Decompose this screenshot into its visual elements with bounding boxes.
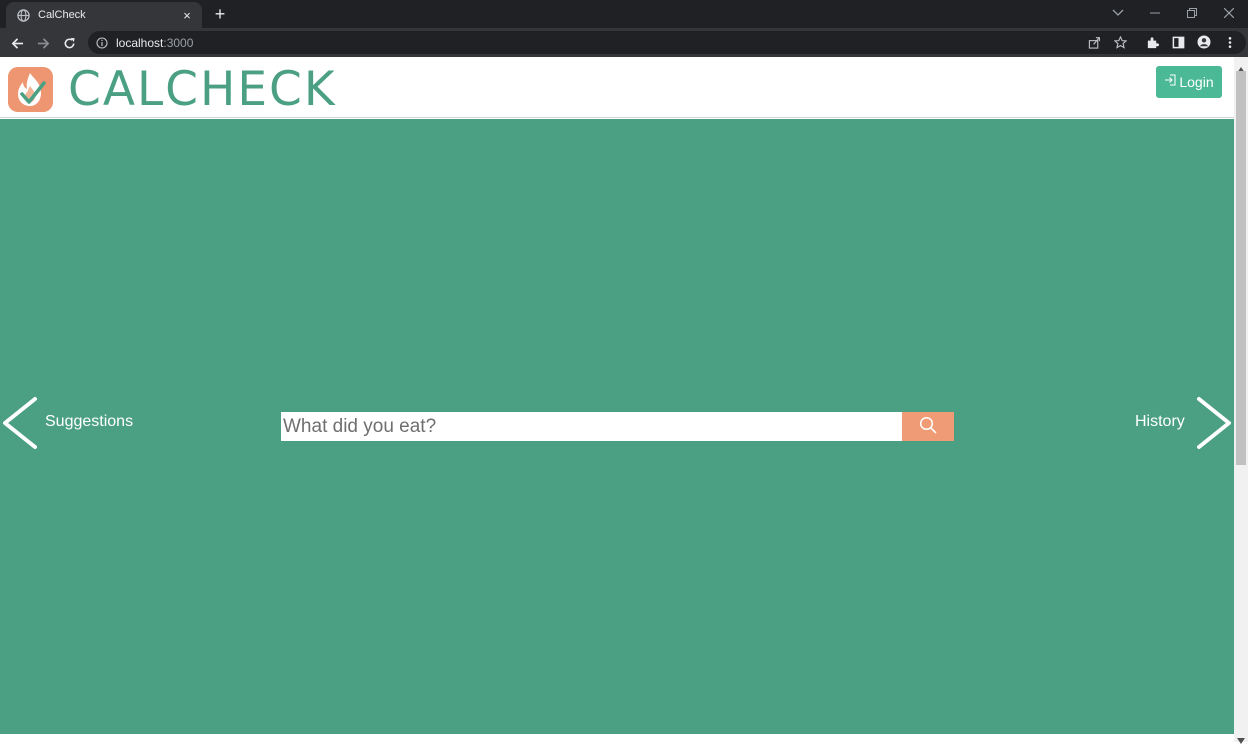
login-button[interactable]: Login xyxy=(1156,66,1222,98)
minimize-icon[interactable] xyxy=(1145,4,1165,22)
app-header: CALCHECK Login xyxy=(0,57,1234,118)
restore-icon[interactable] xyxy=(1182,4,1202,22)
chevron-right-icon[interactable] xyxy=(1194,395,1234,451)
search-input[interactable] xyxy=(281,412,902,441)
scroll-thumb[interactable] xyxy=(1236,71,1246,465)
menu-icon[interactable] xyxy=(1219,31,1241,53)
extensions-icon[interactable] xyxy=(1141,31,1163,53)
star-icon[interactable] xyxy=(1109,31,1131,53)
address-bar[interactable]: localhost:3000 xyxy=(88,31,1246,54)
vertical-scrollbar[interactable] xyxy=(1234,57,1248,744)
url-port: :3000 xyxy=(163,36,194,50)
history-link[interactable]: History xyxy=(1135,413,1185,431)
share-icon[interactable] xyxy=(1083,31,1105,53)
browser-toolbar: localhost:3000 xyxy=(0,28,1248,57)
search-bar xyxy=(281,412,954,441)
window-close-icon[interactable] xyxy=(1219,4,1239,22)
tab-search-icon[interactable] xyxy=(1108,4,1128,22)
globe-icon xyxy=(16,8,30,22)
scroll-down-icon[interactable] xyxy=(1237,731,1245,744)
side-panel-icon[interactable] xyxy=(1167,31,1189,53)
chevron-left-icon[interactable] xyxy=(0,395,40,451)
close-icon[interactable]: × xyxy=(178,6,196,24)
browser-titlebar: CalCheck × + xyxy=(0,0,1248,28)
back-icon[interactable] xyxy=(6,32,28,54)
login-label: Login xyxy=(1179,74,1214,90)
scroll-up-icon[interactable] xyxy=(1237,60,1245,73)
reload-icon[interactable] xyxy=(58,32,80,54)
search-button[interactable] xyxy=(902,412,954,441)
hero-section: Suggestions History xyxy=(0,119,1234,734)
logo-icon[interactable] xyxy=(8,67,53,112)
page-viewport: CALCHECK Login Suggestions History xyxy=(0,57,1234,742)
profile-icon[interactable] xyxy=(1193,31,1215,53)
suggestions-link[interactable]: Suggestions xyxy=(45,413,133,431)
url-host: localhost xyxy=(116,36,164,50)
login-icon xyxy=(1164,73,1176,86)
tab-title: CalCheck xyxy=(38,9,86,21)
brand-name[interactable]: CALCHECK xyxy=(68,63,337,117)
browser-tab[interactable]: CalCheck × xyxy=(6,2,202,28)
page-footer-strip xyxy=(0,734,1234,742)
url-text: localhost:3000 xyxy=(116,36,193,50)
plus-icon[interactable]: + xyxy=(210,4,230,24)
forward-icon[interactable] xyxy=(32,32,54,54)
search-icon xyxy=(919,416,937,437)
info-icon[interactable] xyxy=(96,36,109,49)
